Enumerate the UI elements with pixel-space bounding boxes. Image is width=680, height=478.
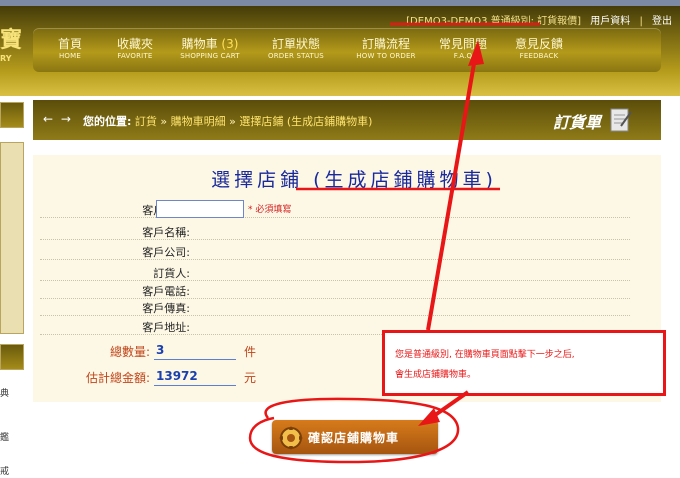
form-row: 客戶名稱:: [40, 221, 630, 240]
nav-favorite[interactable]: 收藏夾 FAVORITE: [105, 37, 165, 61]
total-quantity-value: 3: [156, 343, 165, 357]
nav-feedback[interactable]: 意見反饋 FEEDBACK: [511, 37, 567, 61]
sidebar-link[interactable]: 典: [0, 386, 9, 399]
customer-id-input[interactable]: [156, 200, 244, 218]
total-amount-underline: [154, 385, 236, 386]
account-level-info: [DEMO3-DEMO3 普通級別: 訂貨報價]: [406, 16, 582, 27]
nav-sublabel: FAVORITE: [117, 52, 153, 60]
confirm-button-label: 確認店鋪購物車: [308, 431, 400, 445]
breadcrumb-item-cart[interactable]: 購物車明細: [171, 115, 226, 128]
breadcrumb-separator: »: [160, 115, 168, 128]
nav-label: 訂單狀態: [271, 37, 320, 51]
breadcrumb: 您的位置: 訂貨 » 購物車明細 » 選擇店鋪 (生成店鋪購物車): [83, 113, 372, 129]
sidebar-link[interactable]: 戒: [0, 464, 9, 477]
callout-line: 您是普通級別, 在購物車頁面點擊下一步之后,: [395, 350, 575, 360]
cart-count-badge: (3): [221, 37, 239, 51]
nav-shopping-cart[interactable]: 購物車 (3) SHOPPING CART: [171, 37, 249, 61]
nav-sublabel: HOW TO ORDER: [356, 52, 416, 60]
total-quantity-label: 總數量:: [109, 345, 150, 359]
nav-sublabel: F.A.Q: [453, 52, 473, 60]
total-amount-unit: 元: [244, 371, 257, 385]
account-link[interactable]: 用戶資料: [590, 16, 630, 27]
main-nav: 首頁 HOME 收藏夾 FAVORITE 購物車 (3) SHOPPING CA…: [33, 28, 661, 72]
nav-sublabel: HOME: [58, 52, 82, 60]
total-amount-value: 13972: [156, 369, 198, 383]
nav-sublabel: ORDER STATUS: [268, 52, 324, 60]
window-strip: [0, 0, 680, 6]
sidebar-link[interactable]: 鑑: [0, 430, 9, 443]
nav-label: 意見反饋: [514, 37, 563, 51]
section-title: 訂貨單: [552, 113, 601, 132]
nav-faq[interactable]: 常見問題 F.A.Q: [438, 37, 488, 61]
annotation-callout: 您是普通級別, 在購物車頁面點擊下一步之后, 會生成店鋪購物車。: [382, 330, 666, 396]
field-label: 客戶公司:: [142, 246, 190, 259]
breadcrumb-item-order[interactable]: 訂貨: [135, 115, 157, 128]
left-sidebar: 典 鑑 戒: [0, 96, 26, 478]
total-quantity-underline: [154, 359, 236, 360]
required-note: * 必須填寫: [248, 205, 292, 215]
breadcrumb-item-select-store: 選擇店鋪 (生成店鋪購物車): [239, 115, 373, 128]
logo-text: 寶: [0, 28, 23, 53]
page-title: 選擇店鋪 (生成店鋪購物車): [211, 169, 497, 191]
form-row: 訂貨人:: [40, 262, 630, 281]
nav-label: 常見問題: [438, 37, 487, 51]
nav-how-to-order[interactable]: 訂購流程 HOW TO ORDER: [351, 37, 421, 61]
total-quantity-unit: 件: [244, 345, 257, 359]
document-icon: [610, 108, 632, 132]
user-utility-bar: [DEMO3-DEMO3 普通級別: 訂貨報價] 用戶資料 | 登出: [406, 12, 672, 27]
gear-icon: [279, 426, 303, 450]
callout-line: 會生成店鋪購物車。: [395, 370, 477, 380]
nav-home[interactable]: 首頁 HOME: [55, 37, 85, 61]
sidebar-header: [0, 344, 24, 370]
history-arrows-icon[interactable]: ← →: [43, 112, 73, 126]
sidebar-header: [0, 102, 24, 128]
form-row-customer-id: 客戶編號:: [40, 199, 630, 218]
logo[interactable]: 寶 RY: [0, 28, 26, 68]
form-row: 客戶傳真:: [40, 297, 630, 316]
total-amount-label: 估計總金額:: [85, 371, 150, 385]
utility-separator: |: [639, 16, 643, 27]
field-label: 訂貨人:: [153, 267, 190, 280]
breadcrumb-prefix: 您的位置:: [83, 115, 132, 128]
breadcrumb-separator: »: [229, 115, 236, 128]
confirm-store-cart-button[interactable]: 確認店鋪購物車: [272, 420, 438, 454]
header-bar: 寶 RY [DEMO3-DEMO3 普通級別: 訂貨報價] 用戶資料 | 登出 …: [0, 0, 680, 96]
nav-sublabel: SHOPPING CART: [180, 52, 240, 60]
nav-order-status[interactable]: 訂單狀態 ORDER STATUS: [263, 37, 329, 61]
nav-label: 訂購流程: [361, 37, 410, 51]
logo-subtext: RY: [0, 54, 12, 63]
breadcrumb-bar: ← → 您的位置: 訂貨 » 購物車明細 » 選擇店鋪 (生成店鋪購物車) 訂貨…: [33, 100, 661, 140]
nav-label: 首頁: [57, 37, 82, 51]
logout-link[interactable]: 登出: [652, 16, 672, 27]
sidebar-panel: [0, 142, 24, 334]
field-label: 客戶名稱:: [142, 226, 190, 239]
nav-label: 購物車: [181, 37, 218, 51]
form-row: 客戶公司:: [40, 241, 630, 260]
nav-label: 收藏夾: [116, 37, 153, 51]
nav-sublabel: FEEDBACK: [519, 52, 559, 60]
field-label: 客戶傳真:: [142, 302, 190, 315]
field-label: 客戶地址:: [142, 321, 190, 334]
